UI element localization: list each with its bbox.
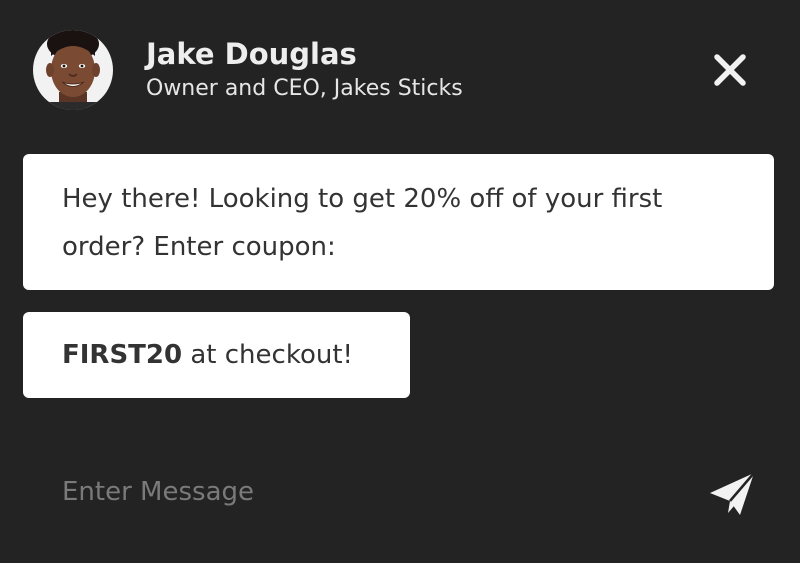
person-photo-icon [33, 30, 113, 110]
avatar [33, 30, 113, 110]
close-button[interactable] [708, 48, 752, 92]
message-bubble: FIRST20 at checkout! [23, 312, 410, 398]
message-input[interactable] [62, 470, 622, 514]
chat-header: Jake Douglas Owner and CEO, Jakes Sticks [0, 0, 800, 130]
chat-widget: Jake Douglas Owner and CEO, Jakes Sticks… [0, 0, 800, 563]
paper-plane-icon [710, 472, 755, 515]
message-text: at checkout! [182, 340, 353, 370]
message-composer [0, 455, 800, 535]
message-text: Hey there! Looking to get 20% off of you… [62, 184, 663, 262]
close-icon [714, 54, 746, 86]
contact-role: Owner and CEO, Jakes Sticks [146, 76, 463, 101]
send-button[interactable] [706, 469, 758, 519]
message-bubble: Hey there! Looking to get 20% off of you… [23, 154, 774, 290]
coupon-code: FIRST20 [62, 340, 183, 370]
contact-name: Jake Douglas [146, 37, 357, 71]
